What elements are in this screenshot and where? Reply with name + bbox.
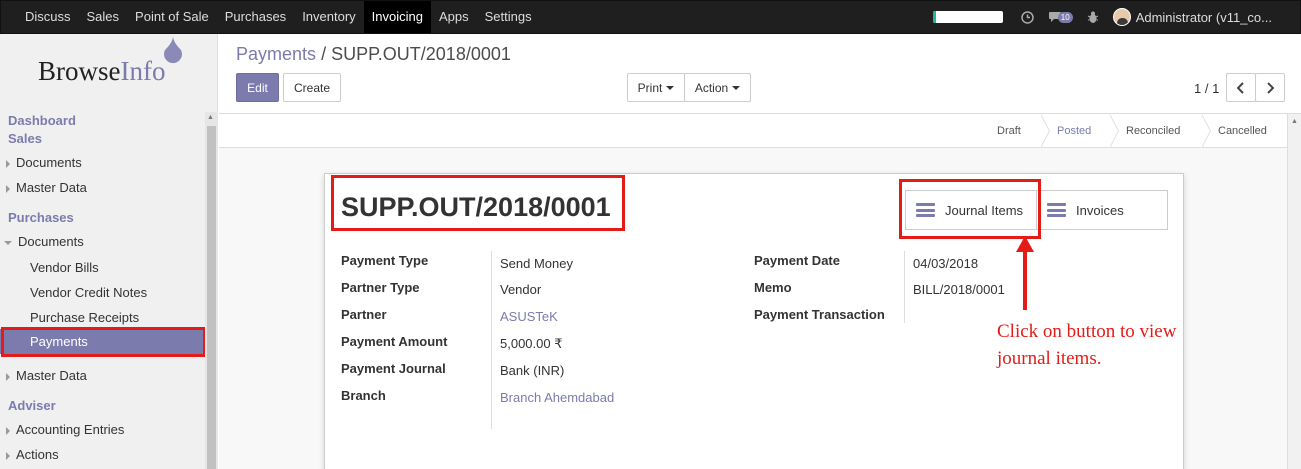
action-dropdown[interactable]: Action	[684, 73, 751, 102]
scroll-up-icon[interactable]: ▲	[207, 114, 214, 121]
value-partner-link[interactable]: ASUSTeK	[500, 309, 558, 324]
breadcrumb-payments-link[interactable]: Payments	[236, 44, 316, 64]
activity-clock-icon[interactable]	[1021, 10, 1034, 24]
sidebar-actions[interactable]: Actions	[0, 447, 205, 462]
menu-sales[interactable]: Sales	[79, 1, 128, 33]
annotation-text: Click on button to view journal items.	[997, 321, 1177, 369]
sidebar-item-vendor-bills[interactable]: Vendor Bills	[0, 260, 205, 275]
label-payment-type: Payment Type	[341, 253, 429, 268]
sidebar: BrowseInfo Dashboard Sales Documents Mas…	[0, 34, 218, 469]
status-stage-reconciled[interactable]: Reconciled	[1126, 114, 1180, 148]
messages-icon[interactable]: 10	[1048, 11, 1073, 23]
onboarding-progress-bar[interactable]	[932, 11, 1003, 23]
field-divider	[491, 251, 492, 429]
user-avatar[interactable]	[1112, 8, 1131, 26]
highlight-box-journal-items	[899, 179, 1041, 239]
top-navbar: Discuss Sales Point of Sale Purchases In…	[0, 0, 1301, 34]
breadcrumb-separator: /	[321, 44, 327, 64]
value-payment-amount: 5,000.00 ₹	[500, 336, 563, 351]
scroll-up-icon[interactable]: ▲	[1291, 118, 1298, 125]
sidebar-purchases-master-data[interactable]: Master Data	[0, 368, 205, 383]
menu-apps[interactable]: Apps	[431, 1, 477, 33]
sidebar-item-purchase-receipts[interactable]: Purchase Receipts	[0, 310, 205, 325]
dropdown-caret-icon	[732, 85, 741, 90]
value-payment-type: Send Money	[500, 256, 573, 271]
label-payment-date: Payment Date	[754, 253, 840, 268]
sidebar-sales-master-data[interactable]: Master Data	[0, 180, 205, 195]
menu-discuss[interactable]: Discuss	[17, 1, 79, 33]
label-memo: Memo	[754, 280, 792, 295]
menu-point-of-sale[interactable]: Point of Sale	[127, 1, 217, 33]
label-payment-transaction: Payment Transaction	[754, 307, 885, 322]
label-branch: Branch	[341, 388, 386, 403]
field-divider	[904, 251, 905, 323]
menu-inventory[interactable]: Inventory	[294, 1, 363, 33]
stage-separator	[1109, 114, 1124, 148]
form-view: Draft Posted Reconciled Cancelled ▲ SUPP…	[219, 113, 1301, 469]
status-stage-draft[interactable]: Draft	[997, 114, 1021, 148]
value-partner-type: Vendor	[500, 282, 542, 297]
company-logo: BrowseInfo	[38, 56, 166, 86]
value-memo: BILL/2018/0001	[913, 282, 1005, 297]
value-branch-link[interactable]: Branch Ahemdabad	[500, 390, 614, 405]
sidebar-scrollbar[interactable]: ▲	[205, 112, 218, 469]
highlight-box-title	[331, 175, 625, 231]
value-payment-date: 04/03/2018	[913, 256, 979, 271]
caret-right-icon	[6, 184, 10, 193]
menu-invoicing[interactable]: Invoicing	[363, 1, 431, 33]
sidebar-section-sales: Sales	[8, 131, 42, 146]
caret-right-icon	[6, 159, 10, 168]
sidebar-section-purchases: Purchases	[8, 210, 74, 225]
caret-right-icon	[6, 451, 10, 460]
stage-separator	[1040, 114, 1055, 148]
sidebar-purchases-documents[interactable]: Documents	[0, 234, 205, 249]
annotation-arrow-icon	[1016, 236, 1034, 310]
content-scrollbar[interactable]: ▲	[1287, 114, 1301, 469]
caret-right-icon	[6, 372, 10, 381]
sidebar-item-vendor-credit-notes[interactable]: Vendor Credit Notes	[0, 285, 205, 300]
edit-button[interactable]: Edit	[236, 73, 279, 102]
breadcrumb-current: SUPP.OUT/2018/0001	[331, 44, 511, 64]
logo-drop-icon	[164, 36, 182, 64]
label-payment-journal: Payment Journal	[341, 361, 446, 376]
print-dropdown[interactable]: Print	[627, 73, 685, 102]
breadcrumb: Payments / SUPP.OUT/2018/0001	[236, 44, 511, 65]
caret-down-icon	[4, 240, 12, 245]
pager-next-button[interactable]	[1255, 73, 1285, 102]
highlight-box-payments	[1, 327, 206, 357]
sidebar-dashboard[interactable]: Dashboard	[0, 113, 205, 128]
create-button[interactable]: Create	[283, 73, 341, 102]
chevron-left-icon	[1237, 81, 1244, 94]
value-payment-journal: Bank (INR)	[500, 363, 565, 378]
invoices-button[interactable]: Invoices	[1036, 190, 1168, 230]
user-menu[interactable]: Administrator (v11_co...	[1136, 10, 1272, 25]
stage-separator	[1201, 114, 1216, 148]
app-menu: Discuss Sales Point of Sale Purchases In…	[17, 1, 540, 33]
sidebar-scroll-thumb[interactable]	[207, 126, 216, 469]
chevron-right-icon	[1267, 81, 1274, 94]
pager-value[interactable]: 1 / 1	[1194, 81, 1219, 96]
menu-purchases[interactable]: Purchases	[217, 1, 294, 33]
sidebar-accounting-entries[interactable]: Accounting Entries	[0, 422, 205, 437]
label-partner-type: Partner Type	[341, 280, 420, 295]
list-icon	[1047, 203, 1066, 217]
sidebar-sales-documents[interactable]: Documents	[0, 155, 205, 170]
sidebar-section-adviser: Adviser	[8, 398, 56, 413]
dropdown-caret-icon	[666, 85, 675, 90]
status-stage-cancelled[interactable]: Cancelled	[1218, 114, 1267, 148]
label-partner: Partner	[341, 307, 387, 322]
status-stage-posted: Posted	[1057, 125, 1092, 137]
caret-right-icon	[6, 426, 10, 435]
label-payment-amount: Payment Amount	[341, 334, 448, 349]
progress-fill	[932, 11, 937, 23]
pager-previous-button[interactable]	[1226, 73, 1256, 102]
messages-count-badge: 10	[1057, 11, 1073, 23]
debug-bug-icon[interactable]	[1087, 11, 1099, 24]
status-bar: Draft Posted Reconciled Cancelled	[219, 114, 1287, 148]
menu-settings[interactable]: Settings	[477, 1, 540, 33]
